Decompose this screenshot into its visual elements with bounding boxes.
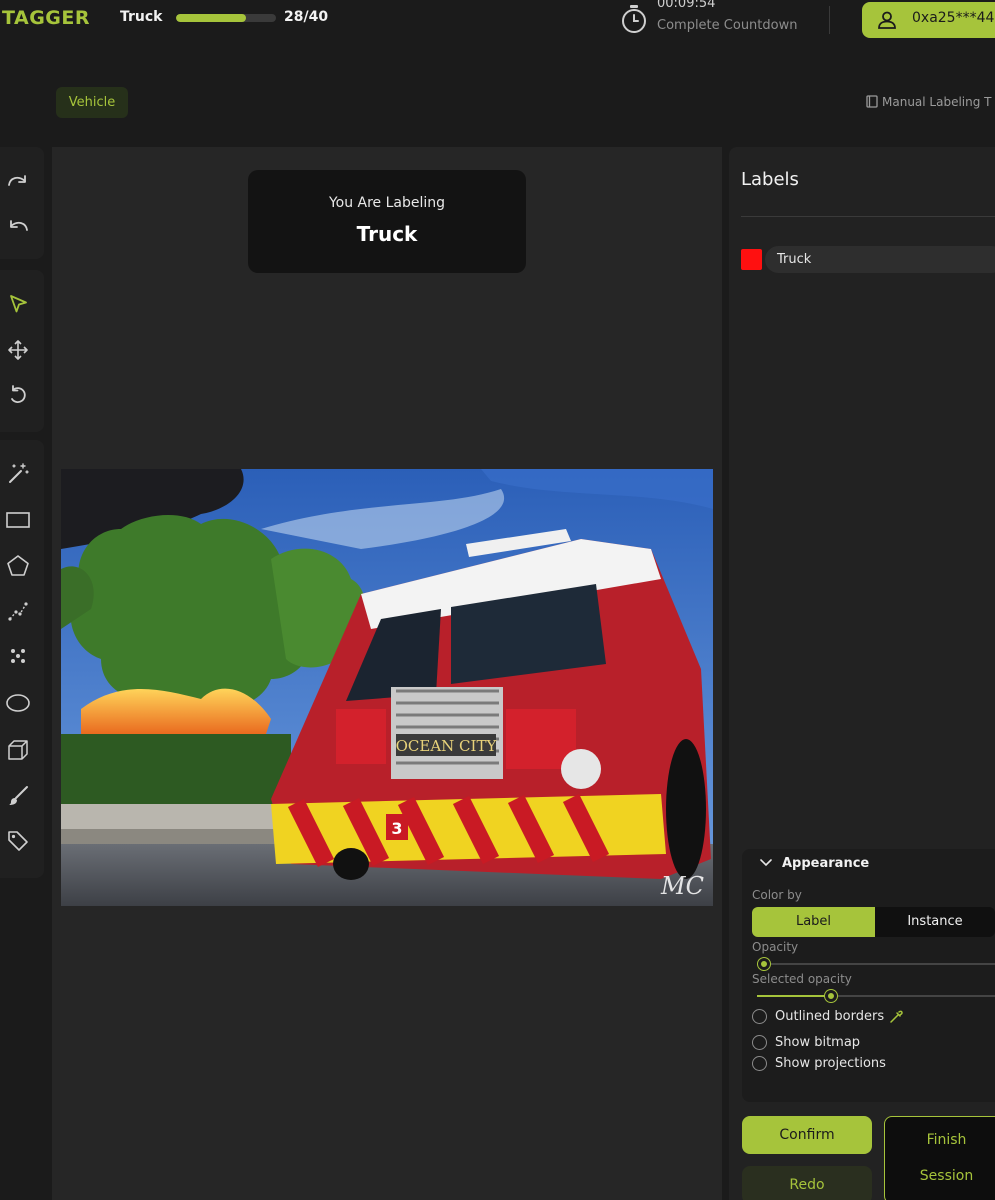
polyline-tool[interactable] [5, 598, 31, 624]
opacity-slider-handle[interactable] [758, 958, 771, 970]
session-label: Session [919, 1168, 974, 1184]
tag-tool[interactable] [5, 828, 31, 854]
bumper-number: 3 [391, 819, 402, 838]
show-bitmap-label: Show bitmap [775, 1035, 861, 1050]
rectangle-tool[interactable] [5, 507, 31, 533]
user-icon [878, 11, 896, 29]
header-divider [829, 6, 830, 34]
polygon-icon [7, 555, 29, 576]
color-by-label: Color by [752, 888, 802, 902]
outlined-borders-label: Outlined borders [775, 1009, 885, 1024]
task-name: Truck [120, 9, 163, 25]
polyline-icon [8, 602, 28, 621]
ellipse-icon [6, 694, 30, 712]
task-progress-count: 28/40 [284, 9, 329, 25]
color-picker-icon[interactable] [889, 1010, 903, 1024]
annotation-tool-group [0, 440, 44, 878]
timer-icon [622, 5, 646, 33]
points-tool[interactable] [5, 643, 31, 669]
user-account-button[interactable]: 0xa25***44 [862, 2, 995, 38]
cuboid-icon [8, 740, 28, 760]
ellipse-tool[interactable] [5, 690, 31, 716]
reset-icon [11, 385, 26, 403]
history-tool-group [0, 147, 44, 259]
photo-watermark: MC [660, 872, 704, 900]
confirm-button[interactable]: Confirm [742, 1116, 872, 1154]
image-to-label[interactable]: OCEAN CITY 3 MC [61, 469, 713, 906]
app-logo: TAGGER [2, 7, 90, 29]
color-by-label-option[interactable]: Label [752, 907, 875, 937]
task-progress-bar [176, 14, 276, 22]
redo-button[interactable]: Redo [742, 1166, 872, 1200]
move-tool[interactable] [5, 337, 31, 363]
brush-tool[interactable] [5, 783, 31, 809]
labels-title: Labels [741, 169, 799, 190]
label-color-swatch[interactable] [741, 249, 762, 270]
undo-icon [10, 220, 28, 231]
show-projections-option[interactable]: Show projections [752, 1056, 886, 1071]
countdown-value: 00:09:54 [657, 0, 716, 11]
labels-divider [741, 216, 995, 217]
labeling-caption: You Are Labeling [328, 195, 446, 211]
fire-truck-photo: OCEAN CITY 3 MC [61, 469, 713, 906]
appearance-panel: Appearance Color by Label Instance Opaci… [742, 849, 995, 1102]
magic-wand-icon [9, 463, 29, 483]
category-chip[interactable]: Vehicle [56, 87, 128, 118]
brush-icon [9, 786, 28, 805]
document-icon [866, 95, 878, 108]
outlined-borders-checkbox[interactable] [752, 1009, 767, 1024]
points-icon [11, 649, 25, 663]
finish-label: Finish [926, 1132, 967, 1148]
labeling-target-card: You Are Labeling Truck [248, 170, 526, 273]
outlined-borders-option[interactable]: Outlined borders [752, 1009, 903, 1024]
opacity-slider[interactable] [757, 963, 995, 965]
select-tool[interactable] [5, 291, 31, 317]
navigation-tool-group [0, 270, 44, 432]
polygon-tool[interactable] [5, 553, 31, 579]
tag-icon [8, 831, 28, 851]
chevron-down-icon[interactable] [760, 859, 772, 867]
reset-tool[interactable] [5, 382, 31, 408]
grille-text: OCEAN CITY [396, 737, 498, 755]
manual-labeling-link[interactable]: Manual Labeling T [866, 95, 992, 109]
move-icon [8, 340, 28, 360]
cuboid-tool[interactable] [5, 737, 31, 763]
show-bitmap-checkbox[interactable] [752, 1035, 767, 1050]
redo-icon [8, 175, 26, 186]
finish-session-button[interactable]: Finish Session [884, 1116, 995, 1200]
selected-opacity-label: Selected opacity [752, 972, 852, 986]
task-progress-fill [176, 14, 246, 22]
label-item-truck[interactable]: Truck [765, 246, 995, 273]
select-icon [10, 295, 27, 313]
manual-link-label: Manual Labeling T [882, 95, 992, 109]
magic-wand-tool[interactable] [5, 461, 31, 487]
color-by-instance-option[interactable]: Instance [875, 907, 995, 937]
selected-opacity-slider-fill [757, 995, 831, 997]
top-bar: TAGGER Truck 28/40 00:09:54 Complete Cou… [0, 0, 995, 70]
countdown-label: Complete Countdown [657, 18, 798, 33]
show-bitmap-option[interactable]: Show bitmap [752, 1035, 860, 1050]
rectangle-icon [6, 512, 30, 528]
show-projections-label: Show projections [775, 1056, 886, 1071]
appearance-title: Appearance [782, 856, 870, 871]
redo-tool[interactable] [5, 168, 31, 194]
labeling-target: Truck [356, 222, 418, 246]
undo-tool[interactable] [5, 213, 31, 239]
show-projections-checkbox[interactable] [752, 1056, 767, 1071]
opacity-label: Opacity [752, 940, 799, 954]
wallet-address: 0xa25***44 [912, 10, 995, 26]
selected-opacity-slider-handle[interactable] [824, 990, 837, 1002]
